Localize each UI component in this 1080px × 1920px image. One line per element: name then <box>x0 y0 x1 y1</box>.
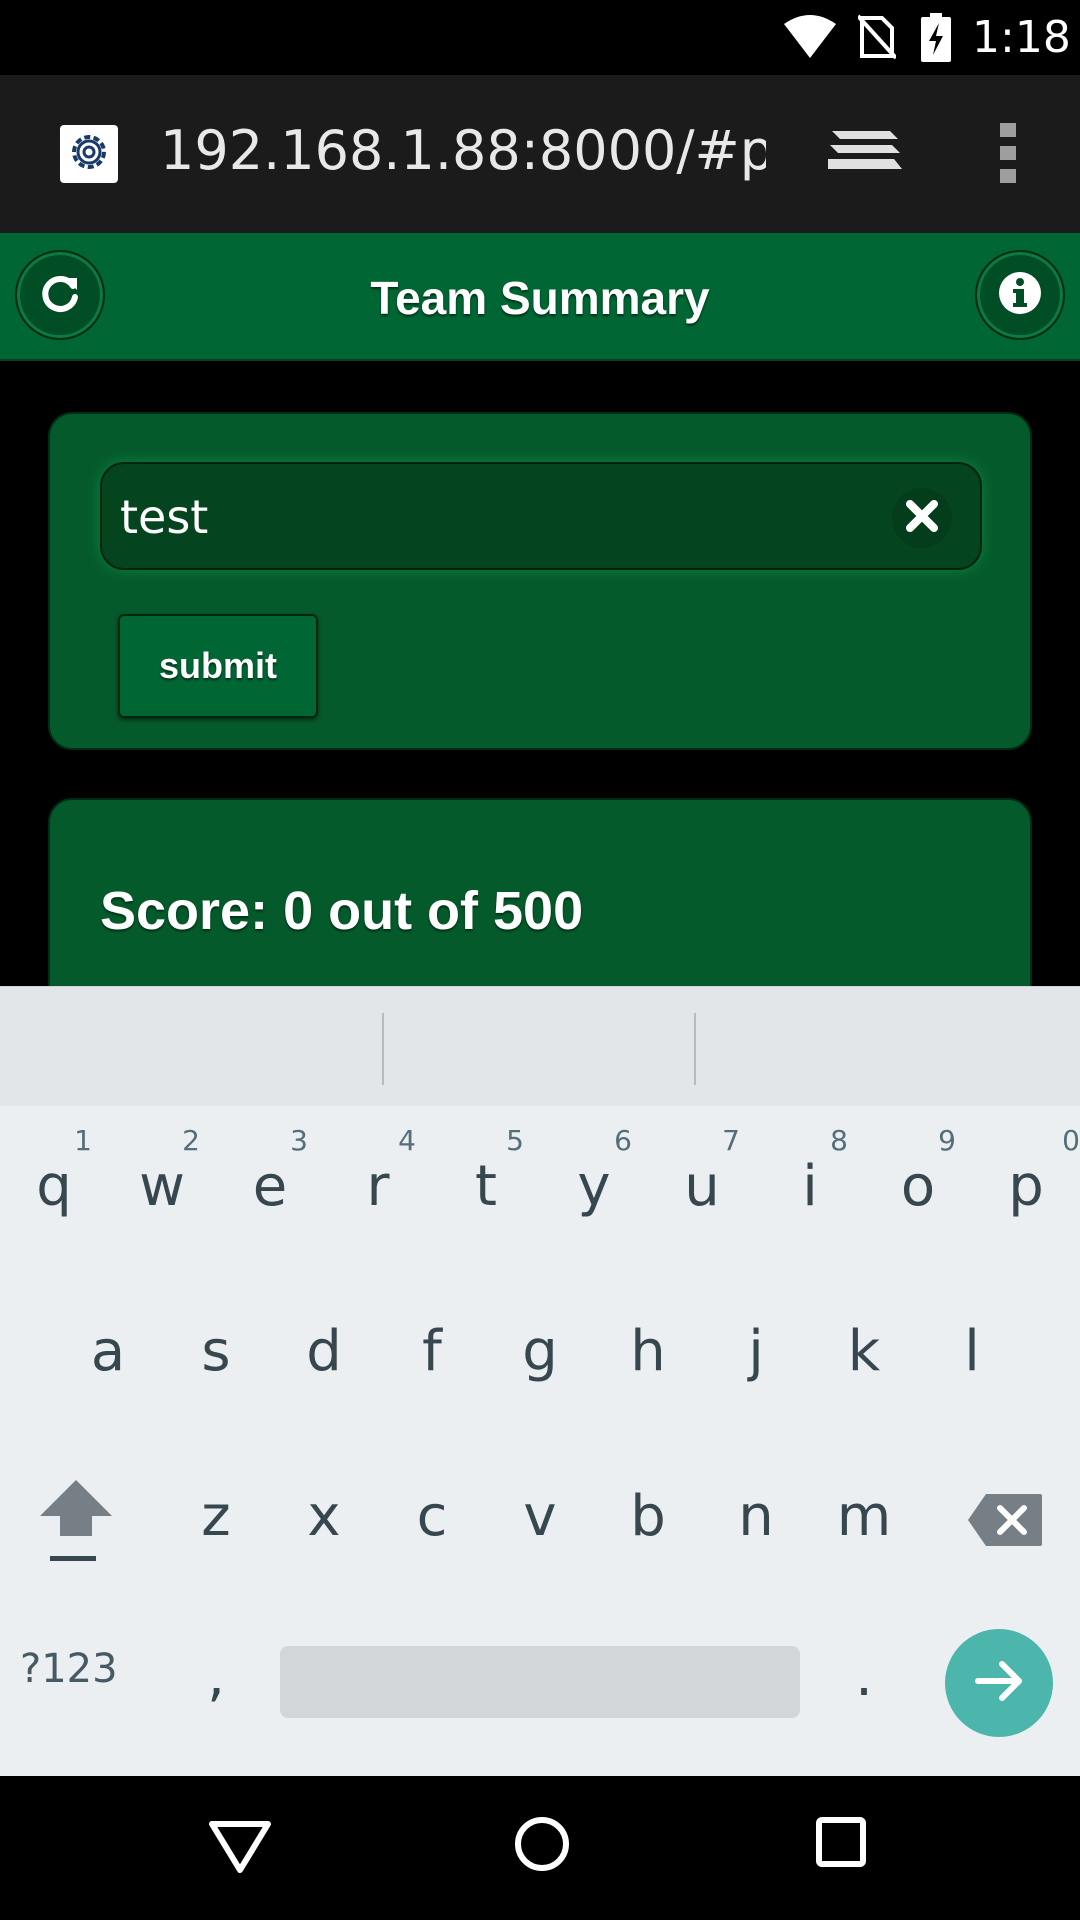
key-z[interactable]: z <box>162 1436 270 1586</box>
suggestion-divider <box>382 1013 384 1085</box>
battery-charging-icon <box>920 13 952 68</box>
key-g[interactable]: g <box>486 1271 594 1421</box>
key-b[interactable]: b <box>594 1436 702 1586</box>
score-card: Score: 0 out of 500 <box>48 798 1032 1018</box>
shift-icon <box>36 1476 116 1580</box>
submit-button[interactable]: submit <box>118 614 318 718</box>
wifi-icon <box>782 14 838 63</box>
clear-input-button[interactable] <box>892 488 952 548</box>
key-u[interactable]: 7u <box>648 1106 756 1256</box>
key-a[interactable]: a <box>54 1271 162 1421</box>
key-h[interactable]: h <box>594 1271 702 1421</box>
no-sim-icon <box>856 14 898 65</box>
key-t[interactable]: 5t <box>432 1106 540 1256</box>
search-field-wrapper <box>100 462 982 570</box>
key-v[interactable]: v <box>486 1436 594 1586</box>
key-s[interactable]: s <box>162 1271 270 1421</box>
key-c[interactable]: c <box>378 1436 486 1586</box>
key-e[interactable]: 3e <box>216 1106 324 1256</box>
key-p[interactable]: 0p <box>972 1106 1080 1256</box>
key-n[interactable]: n <box>702 1436 810 1586</box>
overflow-menu-icon[interactable] <box>990 121 1026 190</box>
app-header: Team Summary <box>0 233 1080 361</box>
key-j[interactable]: j <box>702 1271 810 1421</box>
home-icon[interactable] <box>512 1814 572 1879</box>
info-button[interactable] <box>975 250 1065 340</box>
search-card: submit <box>48 412 1032 750</box>
symbols-key[interactable]: ?123 <box>20 1646 140 1692</box>
status-time: 1:18 <box>972 12 1071 63</box>
key-y[interactable]: 6y <box>540 1106 648 1256</box>
key-o[interactable]: 9o <box>864 1106 972 1256</box>
url-bar[interactable]: 192.168.1.88:8000/#page <box>160 119 766 189</box>
tabs-switcher-icon[interactable] <box>828 127 902 182</box>
suggestion-divider <box>694 1013 696 1085</box>
back-icon[interactable] <box>208 1818 272 1879</box>
soft-keyboard: 1q 2w 3e 4r 5t 6y 7u 8i 9o 0p a s d f g … <box>0 1106 1080 1776</box>
info-icon <box>997 270 1043 321</box>
comma-key[interactable]: , <box>162 1596 270 1746</box>
key-x[interactable]: x <box>270 1436 378 1586</box>
key-d[interactable]: d <box>270 1271 378 1421</box>
close-icon <box>904 498 940 539</box>
shift-key[interactable] <box>20 1436 130 1586</box>
site-settings-button[interactable] <box>60 125 118 183</box>
enter-key[interactable] <box>945 1629 1053 1737</box>
key-l[interactable]: l <box>918 1271 1026 1421</box>
arrow-right-icon <box>972 1654 1026 1713</box>
browser-toolbar: 192.168.1.88:8000/#page <box>0 75 1080 233</box>
key-i[interactable]: 8i <box>756 1106 864 1256</box>
system-nav-bar <box>0 1776 1080 1920</box>
key-m[interactable]: m <box>810 1436 918 1586</box>
backspace-key[interactable] <box>950 1436 1060 1586</box>
page-title: Team Summary <box>370 272 710 324</box>
gear-icon <box>65 128 113 181</box>
key-k[interactable]: k <box>810 1271 918 1421</box>
key-q[interactable]: 1q <box>0 1106 108 1256</box>
score-text: Score: 0 out of 500 <box>100 881 584 941</box>
status-bar: 1:18 <box>0 0 1080 75</box>
key-w[interactable]: 2w <box>108 1106 216 1256</box>
backspace-icon <box>966 1492 1044 1562</box>
key-f[interactable]: f <box>378 1271 486 1421</box>
recents-icon[interactable] <box>815 1816 867 1873</box>
keyboard-suggestion-strip <box>0 986 1080 1106</box>
space-key[interactable] <box>280 1646 800 1718</box>
key-r[interactable]: 4r <box>324 1106 432 1256</box>
search-input[interactable] <box>120 484 860 550</box>
period-key[interactable]: . <box>810 1596 918 1746</box>
